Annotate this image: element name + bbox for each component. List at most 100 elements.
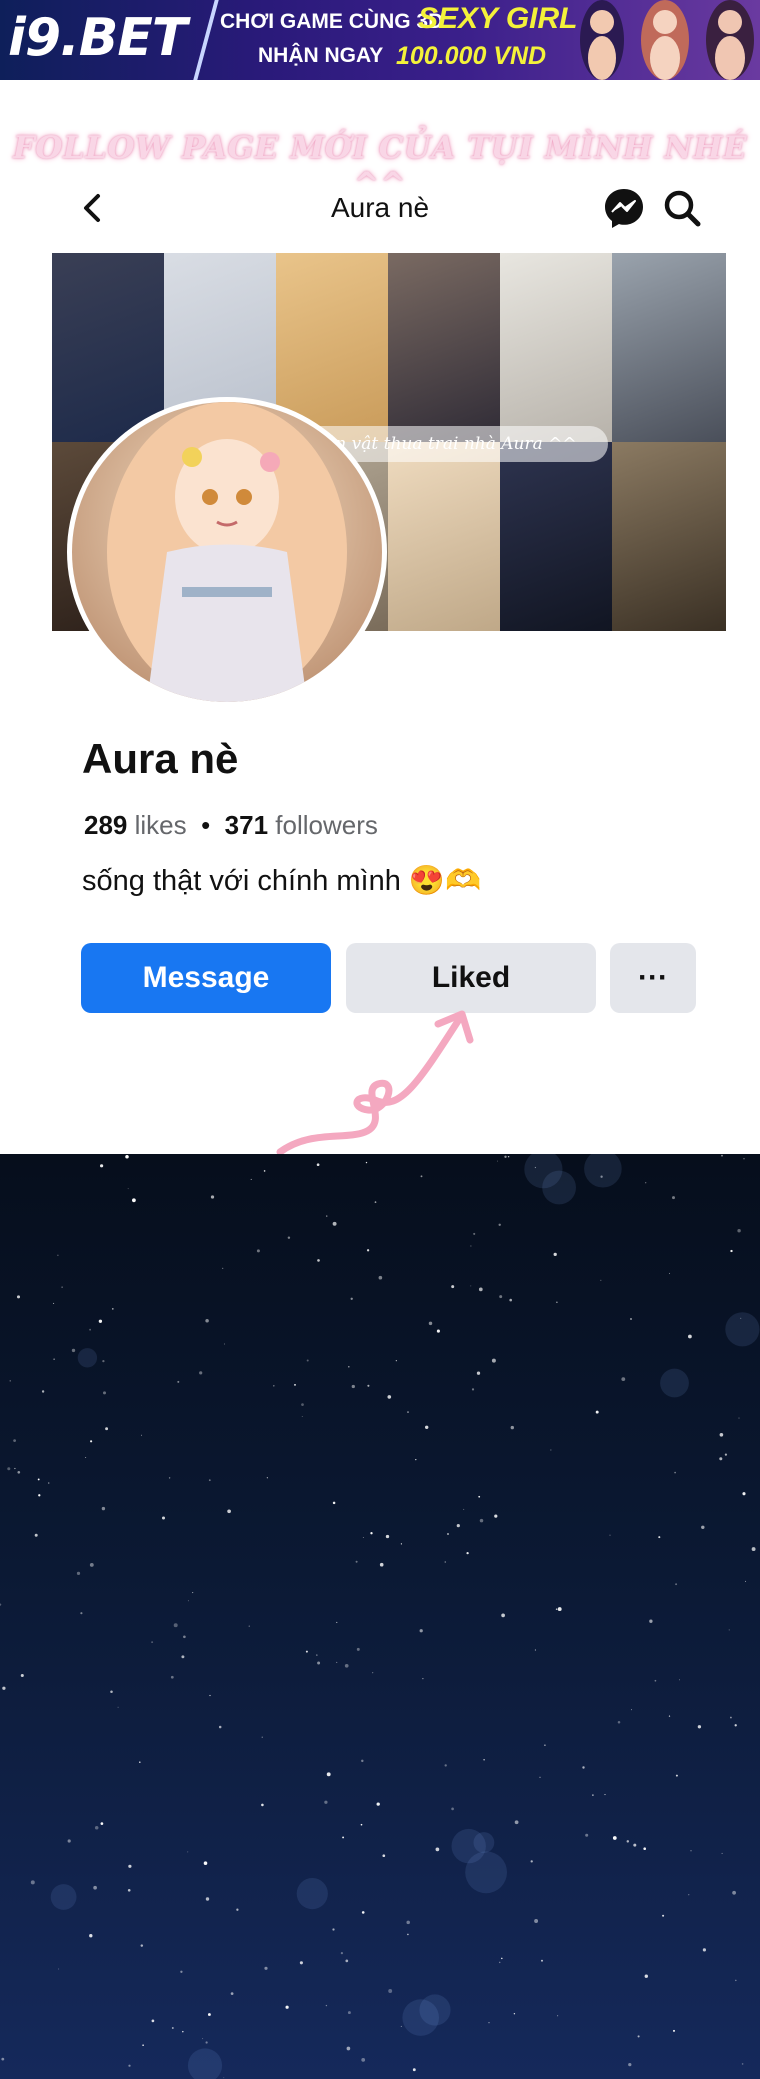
- ad-highlight-2: 100.000 VND: [396, 42, 547, 70]
- star: [53, 1358, 55, 1360]
- star: [719, 1432, 724, 1437]
- star: [248, 1625, 250, 1627]
- star: [306, 1359, 309, 1362]
- star: [488, 2022, 490, 2024]
- star: [688, 1894, 690, 1896]
- ad-line-2: NHẬN NGAY: [258, 44, 384, 67]
- star: [444, 1764, 447, 1767]
- star: [340, 1951, 344, 1955]
- star: [436, 1329, 440, 1333]
- star-glow: [187, 2048, 223, 2079]
- star-glow: [50, 1884, 77, 1910]
- search-icon[interactable]: [660, 186, 704, 230]
- star: [745, 1580, 747, 1582]
- star: [617, 1720, 621, 1724]
- star: [470, 1245, 472, 1247]
- star: [336, 1621, 338, 1623]
- star: [428, 1321, 433, 1326]
- star: [513, 2013, 516, 2015]
- star: [444, 1561, 446, 1563]
- profile-avatar[interactable]: [67, 397, 387, 707]
- star: [734, 1724, 737, 1727]
- star: [53, 1302, 55, 1304]
- star: [592, 1794, 594, 1796]
- star: [127, 1888, 131, 1892]
- star: [316, 1654, 318, 1656]
- star: [595, 1410, 599, 1414]
- cover-tile: [612, 253, 726, 442]
- star: [628, 2062, 632, 2067]
- star: [451, 1285, 455, 1289]
- star: [456, 1523, 460, 1528]
- star: [534, 1649, 536, 1651]
- star: [264, 1966, 268, 1970]
- star: [227, 1509, 231, 1514]
- star: [374, 1201, 377, 1203]
- star: [463, 1508, 465, 1510]
- messenger-icon[interactable]: [602, 186, 646, 230]
- followers-label[interactable]: followers: [275, 810, 378, 840]
- ad-divider: [193, 0, 219, 80]
- star: [224, 1343, 226, 1345]
- star: [509, 1298, 512, 1302]
- star: [604, 1794, 606, 1796]
- star: [177, 1380, 180, 1383]
- star: [128, 1864, 132, 1868]
- star: [151, 2019, 155, 2023]
- star-glow: [725, 1312, 760, 1347]
- star: [37, 1478, 40, 1481]
- more-options-button[interactable]: ···: [610, 943, 696, 1013]
- star: [183, 1635, 186, 1639]
- star: [644, 1974, 648, 1978]
- star: [362, 1537, 364, 1539]
- star: [317, 1259, 320, 1262]
- star: [675, 1774, 678, 1777]
- star: [57, 1254, 59, 1256]
- star: [514, 1820, 519, 1825]
- star: [218, 1725, 222, 1729]
- star: [326, 1215, 328, 1217]
- star: [372, 1672, 374, 1674]
- star: [672, 2029, 676, 2032]
- star-glow: [542, 1170, 576, 1205]
- star: [367, 1384, 370, 1387]
- followers-count: 371: [224, 810, 269, 840]
- star: [478, 1495, 481, 1498]
- star: [501, 1613, 505, 1618]
- ad-banner[interactable]: i9.BET CHƠI GAME CÙNG 3D SEXY GIRL NHẬN …: [0, 0, 760, 80]
- star: [261, 1803, 264, 1807]
- star: [544, 1744, 546, 1747]
- star: [139, 1761, 141, 1763]
- star: [730, 1249, 733, 1253]
- star: [256, 1249, 260, 1253]
- star: [168, 1477, 171, 1479]
- star: [361, 2058, 366, 2062]
- star: [471, 1388, 475, 1391]
- profile-bio: sống thật với chính mình 😍🫶: [82, 865, 482, 897]
- star: [738, 1417, 740, 1419]
- star: [609, 1534, 611, 1536]
- likes-label[interactable]: likes: [135, 810, 187, 840]
- star: [643, 1847, 647, 1851]
- star: [230, 1992, 234, 1995]
- star: [345, 1959, 349, 1963]
- star: [420, 1175, 423, 1178]
- page-header: Aura nè: [0, 180, 760, 236]
- star: [205, 1897, 210, 1901]
- page-title: Aura nè: [330, 192, 430, 223]
- star: [378, 1275, 383, 1280]
- star: [187, 1600, 189, 1602]
- star: [332, 1928, 335, 1931]
- star: [479, 1518, 484, 1523]
- profile-stats: 289 likes • 371 followers: [84, 810, 378, 841]
- star: [128, 2064, 131, 2067]
- star: [600, 1279, 602, 1282]
- star: [732, 1890, 736, 1895]
- star: [662, 1914, 665, 1917]
- star: [633, 1843, 637, 1847]
- star-glow: [402, 1999, 440, 2036]
- star: [346, 2046, 351, 2051]
- star: [170, 1675, 174, 1679]
- star: [162, 1516, 165, 1520]
- star: [366, 1249, 370, 1252]
